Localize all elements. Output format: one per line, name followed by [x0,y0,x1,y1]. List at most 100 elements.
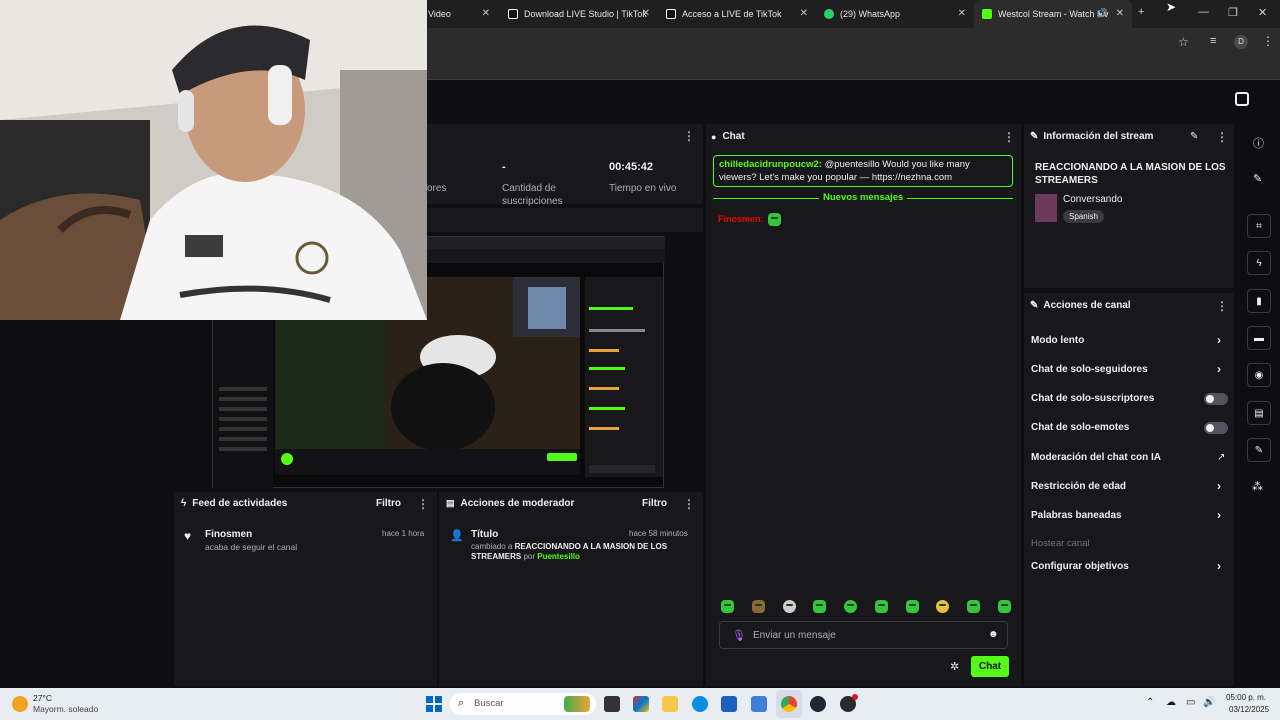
chevron-up-icon[interactable]: ⌃ [1146,697,1154,708]
new-tab-button[interactable]: + [1138,6,1144,18]
clipboard-icon[interactable]: ▮ [1247,289,1271,313]
action-followers-only[interactable]: Chat de solo-seguidores › [1031,362,1231,378]
pinned-message: chilledacidrunpoucw2: @puentesillo Would… [713,155,1013,187]
menu-icon[interactable]: ⋮ [1262,34,1274,48]
weather-desc[interactable]: Mayorm. soleado [33,704,98,714]
emotes-only-toggle[interactable] [1204,422,1228,434]
weather-temp[interactable]: 27°C [33,693,52,703]
new-messages-label: Nuevos mensajes [819,192,908,203]
tab-whatsapp[interactable]: (29) WhatsApp ✕ [816,0,974,28]
emote-icon[interactable] [967,600,981,613]
tab-video[interactable]: Video ✕ [420,0,498,28]
volume-icon[interactable]: 🔊 [1203,697,1215,708]
send-chat-button[interactable]: Chat [971,656,1009,677]
more-options-icon[interactable]: ⋮ [1003,130,1015,144]
chrome-icon[interactable] [781,696,797,712]
star-icon[interactable]: ☆ [1178,35,1189,49]
action-slow-mode[interactable]: Modo lento › [1031,333,1231,349]
copilot-icon[interactable] [633,696,649,712]
layout-icon[interactable]: ▤ [1247,401,1271,425]
broadcast-icon[interactable]: ◉ [1247,363,1271,387]
emote-icon[interactable] [874,600,888,613]
emote-icon[interactable] [936,600,950,613]
tab-download-live-studio[interactable]: Download LIVE Studio | TikTok ✕ [500,0,658,28]
edge-icon[interactable] [692,696,708,712]
emote-icon[interactable] [813,600,827,613]
chat-icon[interactable]: ▬ [1247,326,1271,350]
weather-sun-icon[interactable] [12,696,28,712]
scan-icon[interactable]: ⌗ [1247,214,1271,238]
cloud-icon[interactable]: ☁ [1166,697,1176,708]
restore-button[interactable]: ❐ [1228,6,1238,19]
speaker-icon[interactable]: 🔊 [1097,8,1108,19]
emote-icon[interactable] [905,600,919,613]
minimize-button[interactable]: — [1198,6,1209,18]
tab-acceso-live[interactable]: Acceso a LIVE de TikTok ✕ [658,0,816,28]
tab-westcol-stream[interactable]: Westcol Stream - Watch Liv 🔊 ✕ [974,0,1132,28]
close-window-button[interactable]: ✕ [1258,6,1267,19]
clock-time[interactable]: 05:00 p. m. [1226,693,1266,702]
activity-user[interactable]: Finosmen [205,529,252,540]
chevron-right-icon: › [1217,333,1221,347]
lightning-icon[interactable]: ϟ [1247,251,1271,275]
more-options-icon[interactable]: ⋮ [683,497,695,511]
search-highlight-icon [564,696,590,712]
windows-start-icon[interactable] [426,696,442,712]
action-age-restriction[interactable]: Restricción de edad › [1031,479,1231,495]
category-name[interactable]: Conversando [1063,194,1122,205]
chat-input-placeholder: Enviar un mensaje [753,630,836,641]
clock-date[interactable]: 03/12/2025 [1229,705,1269,714]
emote-icon[interactable] [997,600,1011,613]
action-label: Chat de solo-seguidores [1031,364,1148,375]
monitor-icon[interactable]: ▭ [1186,697,1195,708]
close-tab-icon[interactable]: ✕ [958,8,966,19]
steam-icon[interactable] [810,696,826,712]
action-banned-words[interactable]: Palabras baneadas › [1031,508,1231,524]
emote-icon[interactable] [782,600,796,613]
emoji-icon[interactable]: ☻ [988,629,999,640]
file-explorer-icon[interactable] [662,696,678,712]
emote-icon[interactable] [721,600,734,613]
profile-avatar[interactable]: D [1234,35,1248,49]
windows-taskbar: 27°C Mayorm. soleado ⌕ Buscar ⌃ ☁ ▭ 🔊 05… [0,688,1280,720]
more-options-icon[interactable]: ⋮ [1216,299,1228,313]
more-options-icon[interactable]: ⋮ [683,129,695,143]
outlook-icon[interactable] [751,696,767,712]
chat-input[interactable]: 🎙 Enviar un mensaje ☻ [719,621,1008,649]
mod-filter-button[interactable]: Filtro [642,498,667,509]
wrench-icon[interactable]: ✎ [1247,438,1271,462]
category-thumbnail[interactable] [1035,194,1057,222]
task-view-icon[interactable] [604,696,620,712]
connections-icon[interactable]: ⁂ [1252,480,1263,493]
close-tab-icon[interactable]: ✕ [1116,8,1124,19]
activity-feed-panel: ϟ Feed de actividades Filtro ⋮ ♥ Finosme… [174,492,437,686]
close-tab-icon[interactable]: ✕ [800,8,808,19]
pinned-user[interactable]: chilledacidrunpoucw2: [719,159,822,170]
emote-icon[interactable] [844,600,858,613]
tab-title: (29) WhatsApp [840,9,901,19]
emote-icon[interactable] [751,600,765,613]
mod-item-user[interactable]: Puentesillo [537,552,580,561]
gear-icon[interactable]: ✲ [950,660,959,673]
pencil-icon[interactable]: ✎ [1253,172,1262,185]
taskbar-search[interactable]: ⌕ Buscar [450,693,596,715]
kick-logo-icon[interactable] [1235,92,1249,106]
preview-header [427,208,703,232]
close-tab-icon[interactable]: ✕ [642,8,650,19]
media-control-icon[interactable]: ≡ [1210,35,1216,47]
info-icon[interactable]: ⓘ [1253,135,1264,151]
notification-badge [852,694,858,700]
action-ai-moderation[interactable]: Moderación del chat con IA ↗ [1031,450,1231,466]
subscribers-only-toggle[interactable] [1204,393,1228,405]
microphone-icon[interactable]: 🎙 [732,629,746,642]
stream-info-title: Información del stream [1043,131,1154,142]
close-tab-icon[interactable]: ✕ [482,8,490,19]
store-icon[interactable] [721,696,737,712]
edit-icon[interactable]: ✎ [1190,131,1198,142]
more-options-icon[interactable]: ⋮ [417,497,429,511]
chat-message-user[interactable]: Finosmen: [718,213,764,226]
action-configure-goals[interactable]: Configurar objetivos › [1031,559,1231,575]
more-options-icon[interactable]: ⋮ [1216,130,1228,144]
activity-filter-button[interactable]: Filtro [376,498,401,509]
chevron-right-icon: › [1217,362,1221,376]
